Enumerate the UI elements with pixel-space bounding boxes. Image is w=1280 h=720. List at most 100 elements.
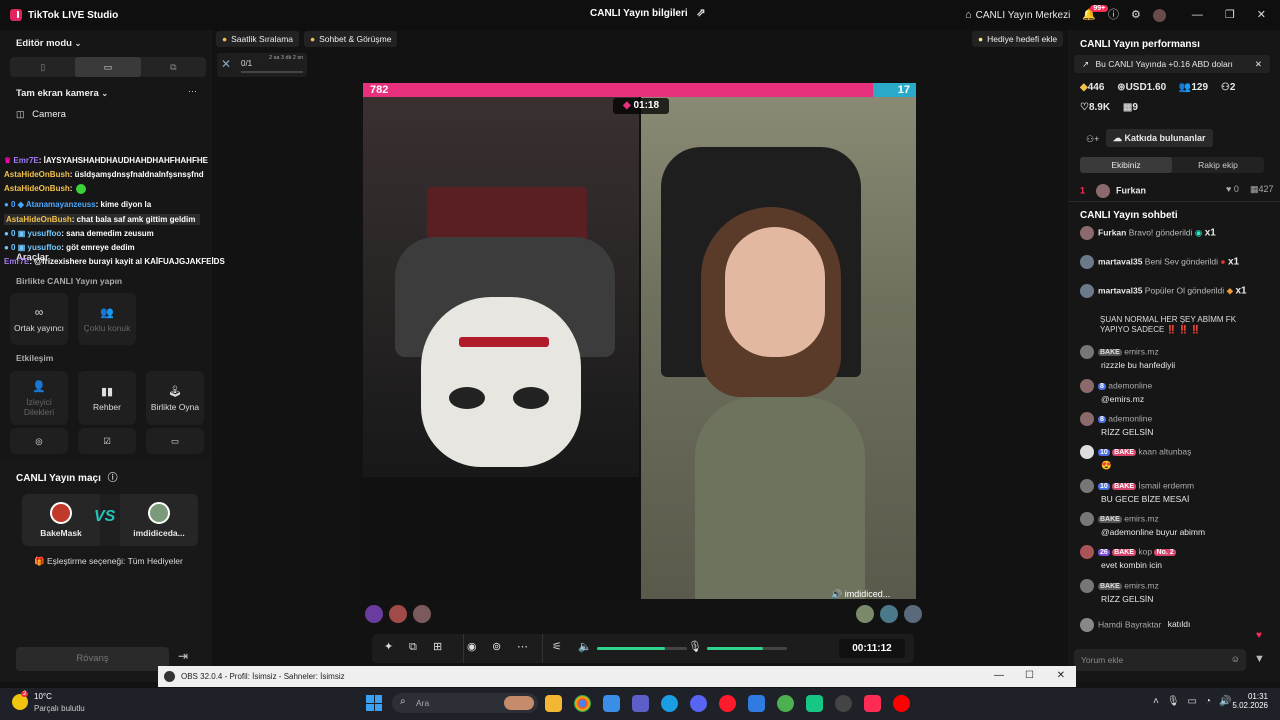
guide-button[interactable]: ▮▮ Rehber — [78, 371, 136, 425]
tab-our-team[interactable]: Ekibiniz — [1080, 157, 1172, 173]
portrait-mode-button[interactable]: ▯ — [10, 57, 75, 77]
video-preview[interactable]: 🔊 imdidiced... 782 17 ◆ 01:18 — [363, 83, 916, 599]
avatar[interactable] — [1152, 8, 1166, 22]
maximize-icon[interactable]: ☐ — [1025, 670, 1034, 681]
more-icon[interactable]: ⋯ — [517, 642, 528, 653]
supporter-avatar[interactable] — [880, 605, 898, 623]
mic-slider[interactable] — [707, 647, 787, 650]
chat-call-chip[interactable]: ● Sohbet & Görüşme — [304, 31, 398, 47]
display-icon[interactable]: ▭ — [1188, 696, 1197, 707]
camera-source[interactable]: ◫ Camera — [16, 109, 66, 120]
discord-icon[interactable] — [690, 695, 707, 712]
editor-mode-dropdown[interactable]: Editör modu ⌄ — [16, 38, 81, 49]
volume-icon[interactable]: 🔈 — [578, 642, 592, 653]
comment-input[interactable]: Yorum ekle ☺ — [1074, 649, 1246, 671]
player2-card[interactable]: imdidiceda... — [120, 494, 198, 546]
help-icon[interactable]: ⓘ — [1108, 9, 1119, 21]
top-contributor-row[interactable]: 1 Furkan ♥ 0 ▦427 — [1080, 184, 1274, 198]
person-icon: 👤 — [32, 380, 46, 393]
multiguest-button[interactable]: 👥 Çoklu konuk — [78, 293, 136, 345]
capture-icon[interactable]: ⊚ — [492, 642, 501, 653]
live-chat-title: CANLI Yayın sohbeti — [1080, 210, 1178, 221]
mail-icon[interactable] — [748, 695, 765, 712]
chat-text: : İAYSYAHSHAHDHAUDHAHDHAHFHAHFHE — [38, 156, 208, 165]
minimize-icon[interactable]: — — [994, 670, 1004, 681]
play-together-label: Birlikte Oyna — [150, 401, 200, 412]
emoji-icon[interactable]: ☺ — [1231, 654, 1240, 664]
scene-icon[interactable]: ⊞ — [433, 642, 442, 653]
right-panel: CANLI Yayın performansı ↗ Bu CANLI Yayın… — [1068, 30, 1280, 682]
add-user-icon[interactable]: ⚇+ — [1086, 134, 1099, 145]
close-icon[interactable]: ✕ — [1255, 55, 1262, 73]
mic-icon[interactable]: 🎙 — [688, 642, 702, 653]
gift-goal-chip[interactable]: ● Hediye hedefi ekle — [972, 31, 1064, 47]
youtube-icon[interactable] — [893, 695, 910, 712]
obs-icon — [164, 671, 175, 682]
opera-icon[interactable] — [719, 695, 736, 712]
rematch-button[interactable]: Rövanş — [16, 647, 169, 671]
chrome-profile-icon[interactable] — [777, 695, 794, 712]
obs-taskbar-icon[interactable] — [835, 695, 852, 712]
landscape-mode-button[interactable]: ▭ — [75, 57, 141, 77]
mic-icon[interactable]: 🎙 — [1167, 696, 1180, 707]
supporter-avatar[interactable] — [904, 605, 922, 623]
supporter-avatar[interactable] — [856, 605, 874, 623]
help-icon[interactable]: ⓘ — [108, 473, 118, 484]
chat-user: AstaHideOnBush — [4, 184, 70, 194]
chrome-icon[interactable] — [574, 695, 591, 712]
adjust-icon[interactable]: ⚟ — [552, 642, 562, 653]
clock[interactable]: 01:31 5.02.2026 — [1228, 692, 1268, 710]
supporter-avatar[interactable] — [413, 605, 431, 623]
viewer-requests-button[interactable]: 👤 İzleyici Dilekleri — [10, 371, 68, 425]
store-icon[interactable] — [603, 695, 620, 712]
fan-badge: BAKE — [1112, 449, 1137, 457]
contributors-button[interactable]: ☁ Katkıda bulunanlar — [1106, 129, 1213, 147]
record-icon[interactable]: ◉ — [467, 642, 477, 653]
maximize-icon[interactable]: ❐ — [1225, 9, 1235, 21]
close-icon[interactable]: ✕ — [1257, 9, 1266, 21]
match-option[interactable]: 🎁 Eşleştirme seçeneği: Tüm Hediyeler — [34, 556, 183, 567]
cohost-button[interactable]: ∞ Ortak yayıncı — [10, 293, 68, 345]
chat-user: ademonline — [1108, 413, 1153, 424]
minimize-icon[interactable]: — — [1192, 9, 1203, 21]
wifi-icon[interactable]: ◔ — [1205, 696, 1211, 707]
gear-icon[interactable]: ⚙ — [1131, 9, 1141, 21]
live-center-button[interactable]: ⌂ CANLI Yayın Merkezi — [965, 9, 1070, 21]
live-info-button[interactable]: CANLI Yayın bilgileri ⇗ — [590, 8, 706, 20]
chat-user: kop — [1138, 546, 1153, 557]
play-together-button[interactable]: 🕹 Birlikte Oyna — [146, 371, 204, 425]
app-icon[interactable] — [806, 695, 823, 712]
camera-scene-dropdown[interactable]: Tam ekran kamera ⌄ — [16, 88, 108, 99]
supporter-avatar[interactable] — [389, 605, 407, 623]
edge-icon[interactable] — [661, 695, 678, 712]
close-icon[interactable]: ✕ — [1057, 670, 1065, 681]
rotate-mode-button[interactable]: ⧉ — [141, 57, 206, 77]
notifications-button[interactable]: 🔔 99+ — [1082, 4, 1109, 21]
windows-start-icon[interactable] — [366, 695, 382, 711]
tab-rival-team[interactable]: Rakip ekip — [1172, 157, 1264, 173]
overlay-chat-line: ● 0 ▣ yusuffoo: sana demedim zeusum — [4, 229, 154, 238]
tiktok-taskbar-icon[interactable] — [864, 695, 881, 712]
tool-button-2[interactable]: ☑ — [78, 428, 136, 454]
supporter-avatar[interactable] — [365, 605, 383, 623]
hourly-ranking-chip[interactable]: ● Saatlik Sıralama — [216, 31, 300, 47]
chevron-up-icon[interactable]: ˄ — [1153, 696, 1159, 707]
filter-icon[interactable]: ▼ — [1254, 653, 1265, 665]
collab-heading: Birlikte CANLI Yayın yapın — [16, 276, 123, 286]
gift-goal-widget[interactable]: ✕ 0/1 2 sa 3 dk 2 sn — [217, 53, 307, 77]
magic-wand-icon[interactable]: ✦ — [384, 642, 393, 653]
taskbar-search[interactable]: ⌕ Ara — [392, 693, 538, 713]
layout-icon[interactable]: ⧉ — [409, 642, 417, 653]
more-icon[interactable]: ⋯ — [188, 86, 197, 97]
avatar — [1080, 345, 1094, 359]
teams-icon[interactable] — [632, 695, 649, 712]
tool-button-1[interactable]: ◎ — [10, 428, 68, 454]
stream-duration: 00:11:12 — [839, 639, 905, 658]
volume-slider[interactable] — [597, 647, 687, 650]
player1-card[interactable]: BakeMask — [22, 494, 100, 546]
obs-window-bar[interactable]: OBS 32.0.4 - Profil: İsimsiz - Sahneler:… — [158, 666, 1076, 687]
tool-button-3[interactable]: ▭ — [146, 428, 204, 454]
file-explorer-icon[interactable] — [545, 695, 562, 712]
weather-widget[interactable]: 2 10°C Parçalı bulutlu — [12, 691, 92, 716]
chat-text: : chat bala saf amk gittim geldim — [71, 215, 196, 224]
